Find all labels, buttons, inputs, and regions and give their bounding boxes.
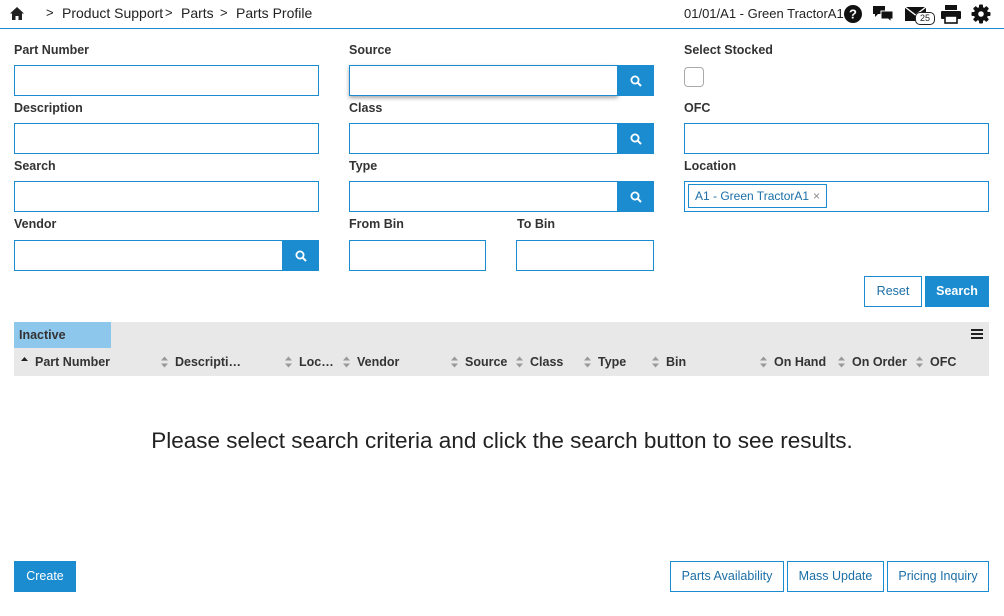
location-chip: A1 - Green TractorA1 × (688, 184, 828, 208)
from-bin-label: From Bin (349, 217, 404, 231)
breadcrumb-separator: > (46, 5, 54, 20)
class-label: Class (349, 101, 383, 115)
type-input[interactable] (349, 181, 618, 212)
sort-icon (584, 356, 591, 368)
vendor-lookup-button[interactable] (282, 240, 319, 271)
search-input[interactable] (14, 181, 319, 212)
breadcrumb-parts[interactable]: Parts (181, 5, 214, 21)
to-bin-input[interactable] (516, 240, 654, 271)
select-stocked-label: Select Stocked (684, 43, 773, 57)
ofc-label: OFC (684, 101, 711, 115)
to-bin-label: To Bin (517, 217, 555, 231)
breadcrumb-separator: > (220, 5, 228, 20)
reset-button[interactable]: Reset (864, 276, 922, 307)
sort-icon (652, 356, 659, 368)
sort-icon (516, 356, 523, 368)
sort-icon (285, 356, 292, 368)
sort-icon (161, 356, 168, 368)
pricing-inquiry-button[interactable]: Pricing Inquiry (887, 561, 989, 592)
sort-icon (760, 356, 767, 368)
type-lookup-button[interactable] (617, 181, 654, 212)
column-type[interactable]: Type (598, 355, 626, 369)
breadcrumb-parts-profile: Parts Profile (236, 5, 313, 21)
column-location[interactable]: Loc… (299, 355, 334, 369)
location-chip-label: A1 - Green TractorA1 (695, 189, 810, 203)
column-ofc[interactable]: OFC (930, 355, 956, 369)
select-stocked-checkbox[interactable] (684, 67, 704, 87)
sort-icon (451, 356, 458, 368)
search-icon (630, 133, 642, 145)
create-button[interactable]: Create (14, 561, 76, 592)
column-bin[interactable]: Bin (666, 355, 686, 369)
inactive-tab[interactable]: Inactive (14, 322, 111, 348)
column-description[interactable]: Descripti… (175, 355, 241, 369)
search-icon (630, 75, 642, 87)
type-label: Type (349, 159, 378, 173)
breadcrumb-product-support[interactable]: Product Support (62, 5, 163, 21)
source-input[interactable] (349, 65, 618, 96)
store-selector[interactable]: 01/01/A1 - Green TractorA1 (684, 6, 844, 21)
search-label: Search (14, 159, 56, 173)
location-label: Location (684, 159, 737, 173)
column-on-hand[interactable]: On Hand (774, 355, 826, 369)
part-number-label: Part Number (14, 43, 90, 57)
search-icon (630, 191, 642, 203)
column-vendor[interactable]: Vendor (357, 355, 399, 369)
sort-icon (916, 356, 923, 368)
class-input[interactable] (349, 123, 618, 154)
sort-ascending-icon (21, 357, 28, 361)
column-source[interactable]: Source (465, 355, 507, 369)
print-icon[interactable] (940, 4, 962, 24)
gear-icon[interactable] (970, 4, 992, 24)
grid-toolbar (14, 322, 989, 348)
mail-count-badge: 25 (915, 12, 935, 25)
source-lookup-button[interactable] (617, 65, 654, 96)
home-icon[interactable] (9, 6, 25, 22)
mass-update-button[interactable]: Mass Update (787, 561, 884, 592)
chip-remove-icon[interactable]: × (813, 189, 820, 203)
sort-icon (838, 356, 845, 368)
from-bin-input[interactable] (349, 240, 486, 271)
column-part-number[interactable]: Part Number (35, 355, 110, 369)
empty-results-message: Please select search criteria and click … (151, 428, 853, 453)
search-icon (295, 250, 307, 262)
breadcrumb-separator: > (165, 5, 173, 20)
column-class[interactable]: Class (530, 355, 563, 369)
ofc-input[interactable] (684, 123, 989, 154)
vendor-label: Vendor (14, 217, 57, 231)
part-number-input[interactable] (14, 65, 319, 96)
help-icon[interactable]: ? (842, 4, 864, 24)
parts-availability-button[interactable]: Parts Availability (670, 561, 784, 592)
menu-icon[interactable] (970, 327, 984, 341)
chat-icon[interactable] (872, 4, 894, 24)
vendor-input[interactable] (14, 240, 283, 271)
search-button[interactable]: Search (925, 276, 989, 307)
column-on-order[interactable]: On Order (852, 355, 907, 369)
source-label: Source (349, 43, 392, 57)
sort-icon (343, 356, 350, 368)
description-input[interactable] (14, 123, 319, 154)
class-lookup-button[interactable] (617, 123, 654, 154)
svg-text:?: ? (849, 7, 857, 22)
description-label: Description (14, 101, 83, 115)
